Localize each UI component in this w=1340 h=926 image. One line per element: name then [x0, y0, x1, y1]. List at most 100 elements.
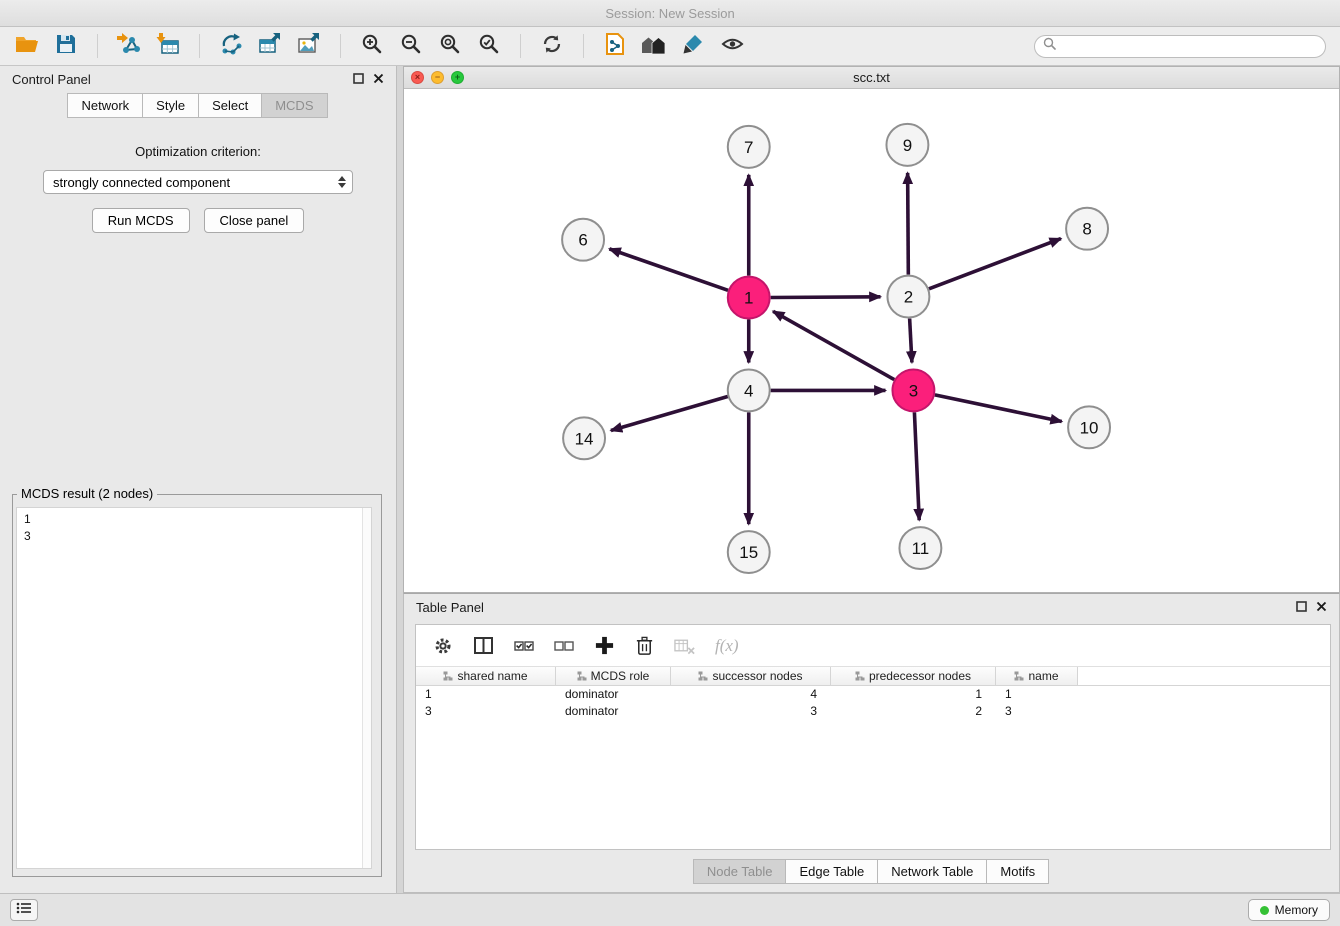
toolbar-separator [520, 34, 521, 58]
table-toolbar: f(x) [416, 625, 1330, 667]
add-column-button[interactable] [594, 635, 615, 656]
task-history-button[interactable] [10, 899, 38, 921]
column-header-MCDS-role[interactable]: MCDS role [556, 667, 671, 685]
table-row[interactable]: 1dominator411 [416, 686, 1330, 703]
close-panel-icon[interactable] [373, 72, 384, 87]
delete-table-button[interactable] [674, 636, 696, 656]
function-builder-button[interactable]: f(x) [715, 636, 739, 656]
result-scrollbar[interactable] [362, 508, 371, 868]
graph-node-label: 2 [904, 288, 913, 307]
apply-layout-button[interactable] [535, 31, 569, 61]
tab-network[interactable]: Network [67, 93, 143, 118]
table-cell: 1 [996, 686, 1078, 703]
table-cell: 4 [671, 686, 831, 703]
export-network-button[interactable] [214, 31, 248, 61]
save-session-button[interactable] [49, 31, 83, 61]
status-bar: Memory [0, 893, 1340, 926]
delete-columns-button[interactable] [634, 635, 655, 657]
graph-node-label: 14 [575, 429, 594, 448]
graph-node-label: 15 [739, 543, 758, 562]
minimize-window-icon[interactable]: − [431, 71, 444, 84]
toolbar-separator [340, 34, 341, 58]
graph-node-label: 10 [1080, 418, 1099, 437]
column-header-label: shared name [457, 669, 527, 683]
tab-network-table[interactable]: Network Table [877, 859, 987, 884]
graph-node-label: 1 [744, 289, 753, 308]
zoom-fit-button[interactable] [433, 31, 467, 61]
memory-button[interactable]: Memory [1248, 899, 1330, 921]
graph-edge-2-8[interactable] [929, 239, 1061, 289]
zoom-selected-button[interactable] [472, 31, 506, 61]
optimization-criterion-label: Optimization criterion: [0, 144, 396, 159]
graph-node-label: 3 [909, 381, 918, 400]
export-table-button[interactable] [253, 31, 287, 61]
control-panel-title: Control Panel [12, 72, 91, 87]
close-panel-icon[interactable] [1316, 600, 1327, 615]
column-header-successor-nodes[interactable]: successor nodes [671, 667, 831, 685]
tab-edge-table[interactable]: Edge Table [785, 859, 878, 884]
close-window-icon[interactable]: × [411, 71, 424, 84]
toolbar-separator [199, 34, 200, 58]
graph-edge-2-9[interactable] [908, 173, 909, 275]
network-graph[interactable]: 7968124314101511 [404, 89, 1339, 592]
import-table-button[interactable] [151, 31, 185, 61]
column-header-predecessor-nodes[interactable]: predecessor nodes [831, 667, 996, 685]
graph-edge-3-1[interactable] [773, 311, 894, 379]
tab-node-table[interactable]: Node Table [693, 859, 787, 884]
zoom-in-button[interactable] [355, 31, 389, 61]
search-input[interactable] [1061, 39, 1317, 53]
search-field[interactable] [1034, 35, 1326, 58]
table-row[interactable]: 3dominator323 [416, 703, 1330, 720]
tab-style[interactable]: Style [142, 93, 199, 118]
table-cell: dominator [556, 703, 671, 720]
table-settings-button[interactable] [432, 635, 454, 657]
graph-edge-1-2[interactable] [771, 297, 881, 298]
node-table: f(x) shared name MCDS rolesuccessor nodes… [415, 624, 1331, 850]
memory-status-dot [1260, 906, 1269, 915]
zoom-window-icon[interactable]: + [451, 71, 464, 84]
zoom-out-button[interactable] [394, 31, 428, 61]
mcds-result-line: 1 [24, 511, 364, 528]
column-header-name[interactable]: name [996, 667, 1078, 685]
graph-edge-4-14[interactable] [611, 396, 728, 430]
graph-edge-3-10[interactable] [935, 395, 1062, 422]
run-mcds-button[interactable]: Run MCDS [92, 208, 190, 233]
column-header-shared-name[interactable]: shared name [416, 667, 556, 685]
tab-select[interactable]: Select [198, 93, 262, 118]
tab-mcds[interactable]: MCDS [261, 93, 327, 118]
export-image-button[interactable] [292, 31, 326, 61]
home-button[interactable] [637, 31, 671, 61]
graph-node-label: 6 [578, 231, 587, 250]
graph-edge-1-6[interactable] [609, 249, 728, 290]
titlebar: Session: New Session [0, 0, 1340, 27]
close-panel-button[interactable]: Close panel [204, 208, 305, 233]
table-cell: 3 [996, 703, 1078, 720]
tab-motifs[interactable]: Motifs [986, 859, 1049, 884]
float-panel-icon[interactable] [353, 72, 364, 87]
show-graphics-details-button[interactable] [715, 31, 749, 61]
deselect-all-button[interactable] [554, 636, 575, 656]
table-cell: 1 [416, 686, 556, 703]
sort-hierarchy-icon [698, 671, 708, 681]
import-network-button[interactable] [112, 31, 146, 61]
home-icon [641, 33, 667, 60]
mcds-result-line: 3 [24, 528, 364, 545]
criterion-dropdown[interactable]: strongly connected component [43, 170, 353, 194]
open-in-ndex-button[interactable] [598, 31, 632, 61]
network-window-title: scc.txt [404, 70, 1339, 85]
float-panel-icon[interactable] [1296, 600, 1307, 615]
network-window-titlebar[interactable]: scc.txt × − + [404, 67, 1339, 89]
network-canvas[interactable]: 7968124314101511 [404, 89, 1339, 592]
graph-node-label: 7 [744, 138, 753, 157]
graph-edge-2-3[interactable] [910, 319, 912, 363]
table-cell: 2 [831, 703, 996, 720]
mcds-result-list[interactable]: 1 3 [16, 507, 372, 869]
table-cell: 3 [416, 703, 556, 720]
select-all-button[interactable] [514, 636, 535, 656]
mcds-result-group: MCDS result (2 nodes) 1 3 [12, 494, 382, 877]
open-session-button[interactable] [10, 31, 44, 61]
apply-style-button[interactable] [676, 31, 710, 61]
graph-edge-3-11[interactable] [914, 412, 919, 520]
split-panel-button[interactable] [473, 635, 495, 656]
list-icon [16, 901, 32, 919]
